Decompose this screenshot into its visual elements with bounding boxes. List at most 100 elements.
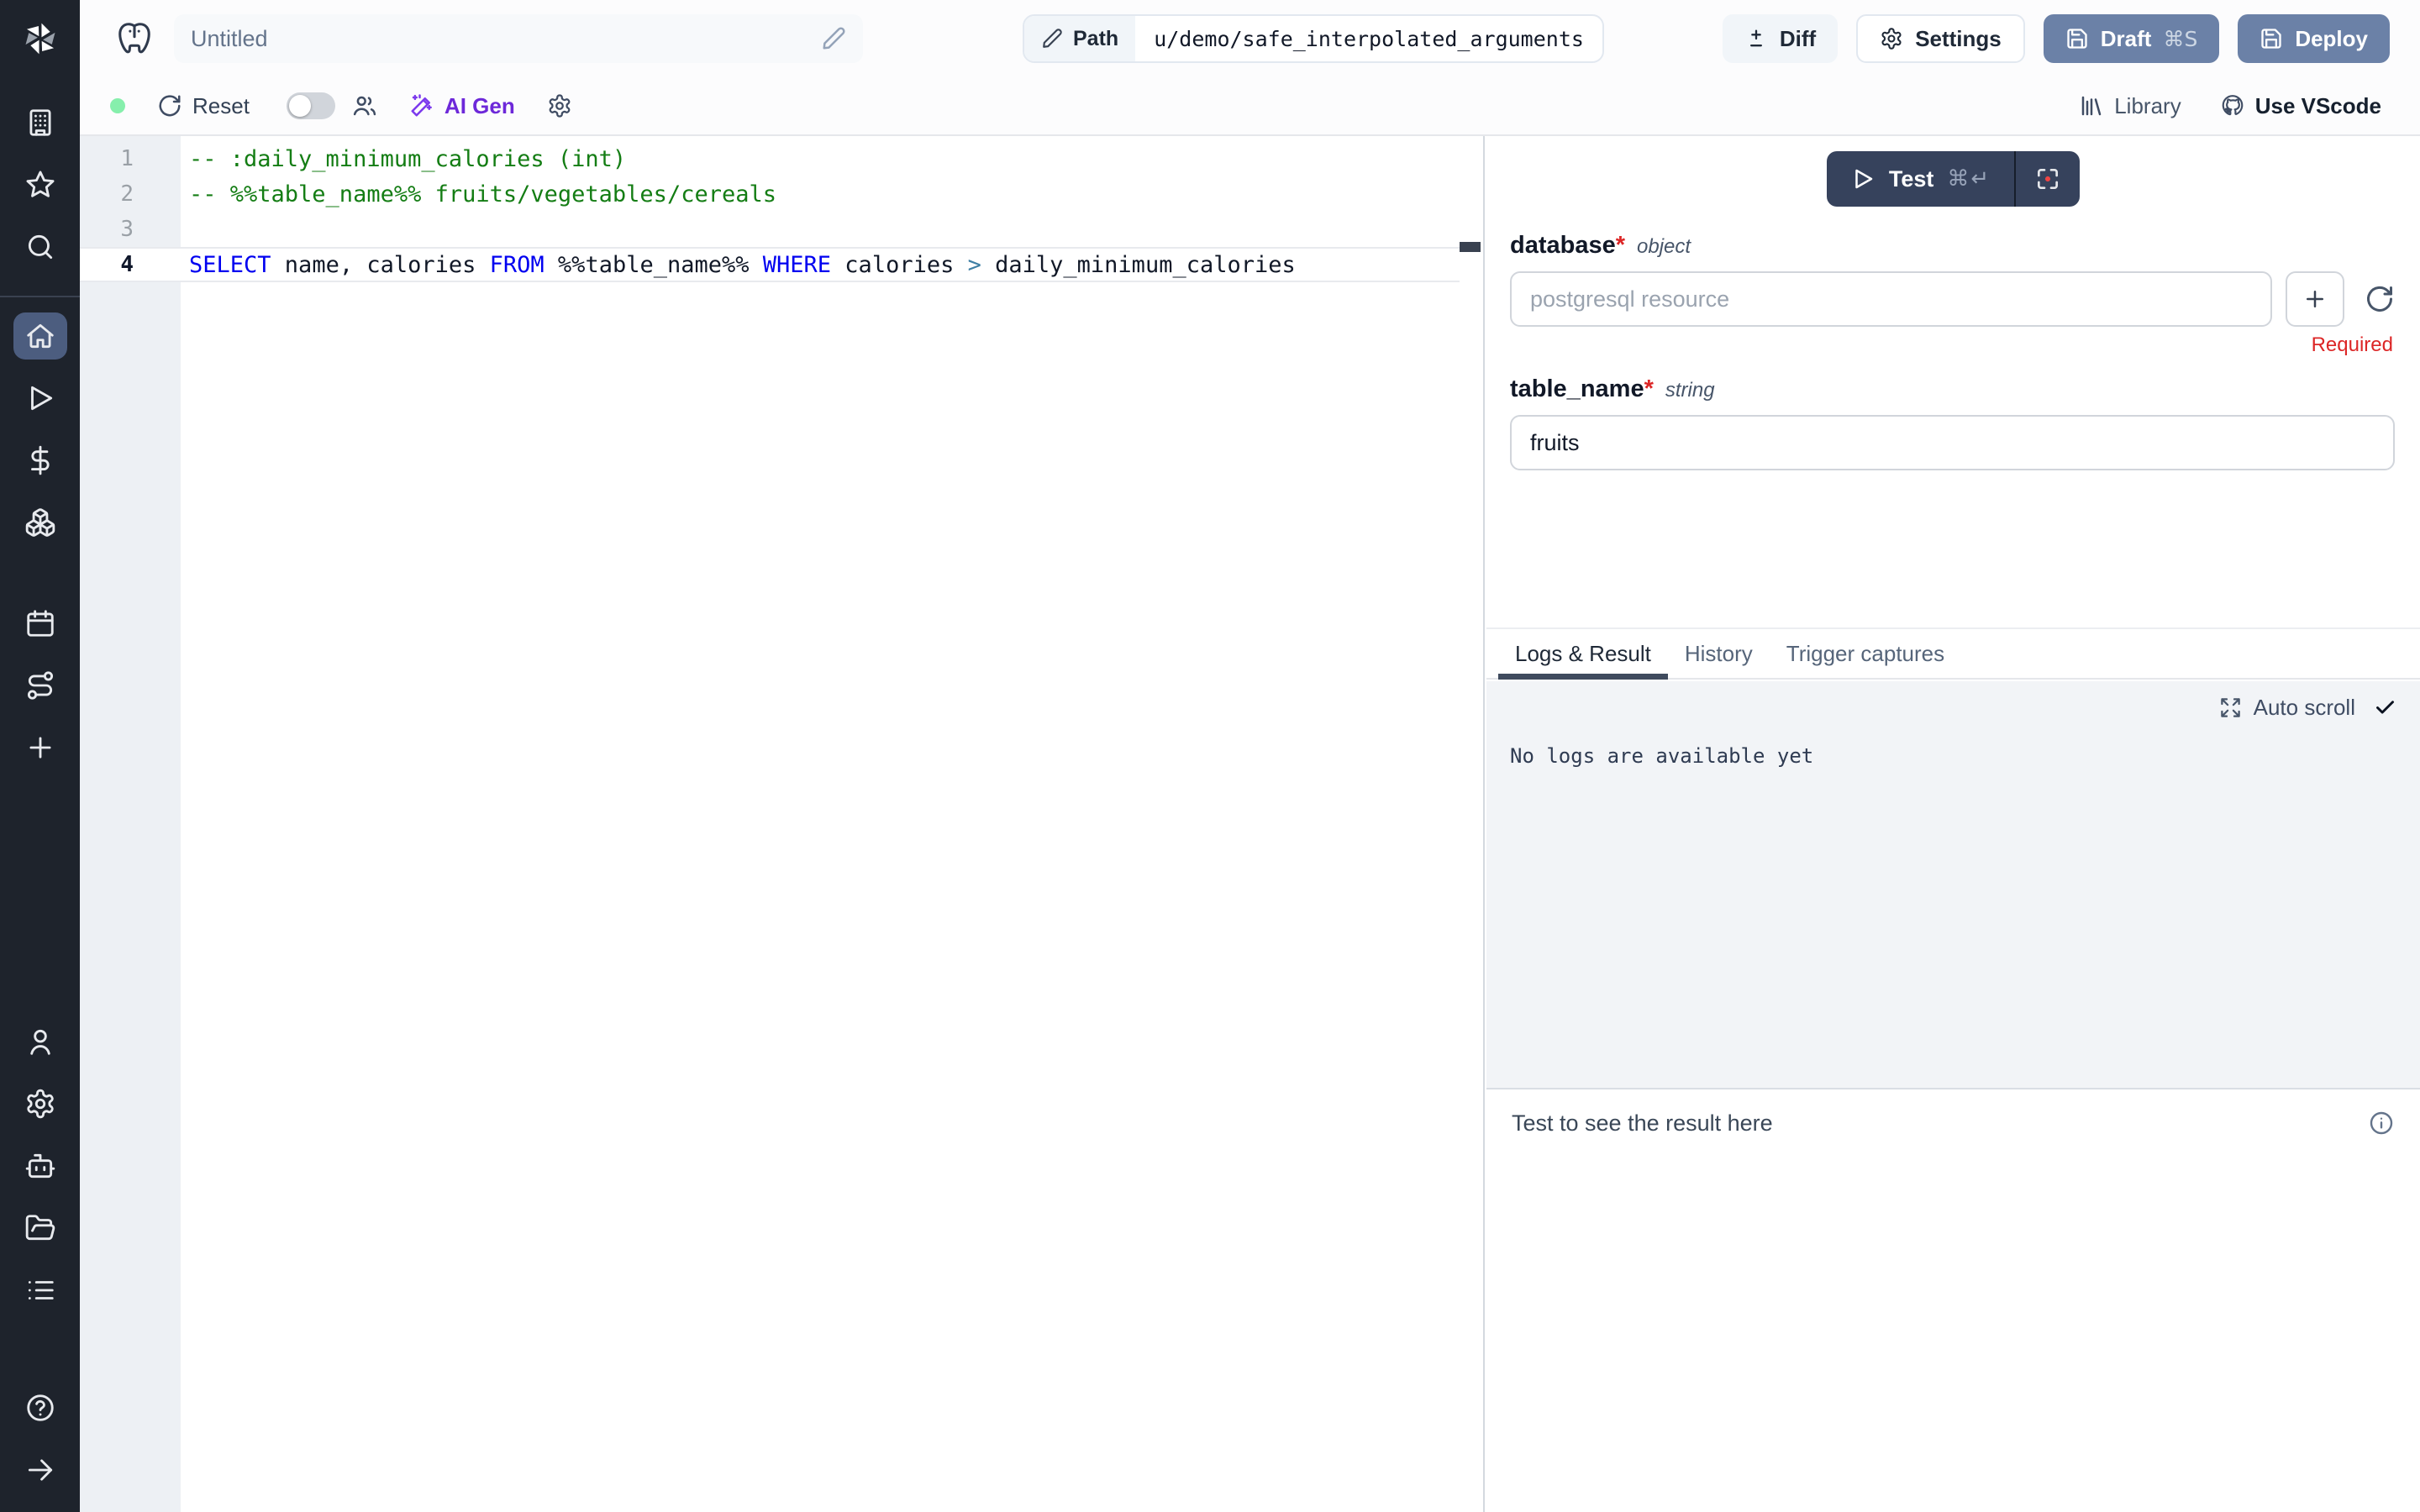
bot-icon [24, 1150, 56, 1182]
info-icon[interactable] [2368, 1110, 2395, 1137]
reset-icon [157, 93, 182, 118]
library-icon [2079, 93, 2104, 118]
building-icon [24, 107, 56, 139]
code-line-1[interactable]: 1-- :daily_minimum_calories (int) [80, 141, 1460, 176]
plus-icon [24, 732, 56, 764]
settings-button[interactable]: Settings [1856, 14, 2025, 63]
code-text[interactable]: SELECT name, calories FROM %%table_name%… [181, 249, 1460, 281]
dollar-icon [24, 444, 56, 476]
deploy-button[interactable]: Deploy [2238, 14, 2390, 63]
run-panel: Test ⌘↵ database* object [1486, 136, 2420, 1512]
code-text[interactable] [181, 212, 1460, 247]
database-input[interactable] [1510, 271, 2272, 327]
sidebar-item-home[interactable] [13, 312, 67, 360]
sidebar-item-create[interactable] [13, 724, 67, 771]
help-icon [24, 1392, 56, 1424]
left-sidebar [0, 0, 80, 1512]
edit-path-pencil-icon [1041, 28, 1063, 50]
script-title: Untitled [191, 26, 821, 52]
tab-trigger-captures[interactable]: Trigger captures [1770, 629, 1961, 678]
test-button[interactable]: Test ⌘↵ [1827, 151, 2014, 207]
sidebar-item-favorites[interactable] [13, 161, 67, 208]
gear-icon [547, 93, 572, 118]
result-hint: Test to see the result here [1512, 1110, 1773, 1137]
field-type-table-name: string [1665, 379, 1715, 402]
top-bar: Untitled Path u/demo/safe_interpolated_a… [80, 0, 2420, 77]
library-button[interactable]: Library [2079, 93, 2181, 119]
path-value: u/demo/safe_interpolated_arguments [1135, 16, 1602, 61]
code-editor[interactable]: 1-- :daily_minimum_calories (int)2-- %%t… [80, 136, 1485, 1512]
refresh-resources-button[interactable] [2365, 284, 2395, 314]
editor-settings-button[interactable] [547, 93, 572, 118]
field-name-table-name: table_name [1510, 375, 1644, 402]
sidebar-item-search[interactable] [13, 223, 67, 270]
sidebar-item-schedules[interactable] [13, 600, 67, 647]
save-icon [2260, 27, 2283, 50]
boxes-icon [24, 507, 56, 538]
logs-pane: Auto scroll No logs are available yet [1486, 681, 2420, 1089]
sidebar-item-variables[interactable] [13, 437, 67, 484]
status-dot [110, 98, 125, 113]
draft-button[interactable]: Draft ⌘S [2044, 14, 2220, 63]
user-icon [24, 1026, 56, 1058]
tab-logs-result[interactable]: Logs & Result [1498, 629, 1668, 678]
sidebar-item-ai-assistant[interactable] [13, 1142, 67, 1189]
ai-gen-button[interactable]: AI Gen [409, 93, 515, 119]
star-icon [24, 169, 56, 201]
code-line-4[interactable]: 4SELECT name, calories FROM %%table_name… [80, 247, 1460, 282]
postgresql-icon [115, 19, 154, 58]
route-icon [24, 669, 56, 701]
magic-wand-icon [409, 93, 434, 118]
tab-history[interactable]: History [1668, 629, 1770, 678]
record-frame-icon [2034, 165, 2061, 192]
result-tabs: Logs & Result History Trigger captures [1486, 627, 2420, 680]
table-name-input[interactable] [1510, 415, 2395, 470]
collaborators-button[interactable] [352, 93, 377, 118]
required-asterisk: * [1616, 232, 1625, 259]
line-number: 4 [80, 249, 181, 281]
home-icon [24, 320, 56, 352]
sidebar-item-workspace[interactable] [13, 99, 67, 146]
play-icon [1850, 166, 1876, 192]
autoscroll-check-icon[interactable] [2374, 696, 2396, 719]
code-line-2[interactable]: 2-- %%table_name%% fruits/vegetables/cer… [80, 176, 1460, 212]
code-line-3[interactable]: 3 [80, 212, 1460, 247]
sidebar-item-account[interactable] [13, 1018, 67, 1065]
path-field[interactable]: Path u/demo/safe_interpolated_arguments [1023, 14, 1604, 63]
sidebar-item-runs[interactable] [13, 375, 67, 422]
settings-gear-icon [1880, 27, 1903, 50]
script-title-field[interactable]: Untitled [174, 14, 863, 63]
sidebar-item-resources[interactable] [13, 499, 67, 546]
search-icon [24, 231, 56, 263]
sidebar-item-workspace-settings[interactable] [13, 1080, 67, 1127]
edit-title-pencil-icon[interactable] [821, 26, 846, 51]
code-text[interactable]: -- :daily_minimum_calories (int) [181, 141, 1460, 176]
sidebar-item-expand-sidebar[interactable] [13, 1446, 67, 1494]
diff-icon [1744, 27, 1768, 50]
code-text[interactable]: -- %%table_name%% fruits/vegetables/cere… [181, 176, 1460, 212]
windmill-logo-icon[interactable] [18, 17, 62, 60]
required-asterisk: * [1644, 375, 1654, 402]
required-error: Required [1510, 333, 2395, 357]
overview-ruler-mark [1460, 242, 1481, 252]
play-icon [24, 382, 56, 414]
autoscroll-label[interactable]: Auto scroll [2254, 695, 2355, 721]
capture-run-button[interactable] [2016, 151, 2080, 207]
expand-logs-icon[interactable] [2219, 696, 2242, 719]
use-vscode-button[interactable]: Use VScode [2220, 93, 2381, 119]
sidebar-item-folders[interactable] [13, 1205, 67, 1252]
add-resource-button[interactable] [2286, 271, 2344, 327]
line-number: 2 [80, 176, 181, 212]
field-type-database: object [1637, 235, 1691, 259]
reset-button[interactable]: Reset [157, 93, 250, 119]
arguments-form: database* object Required table_name* st… [1486, 207, 2420, 470]
result-pane: Test to see the result here [1486, 1091, 2420, 1512]
sidebar-item-audit-logs[interactable] [13, 1267, 67, 1314]
editor-toolbar: Reset AI Gen Library Use VScode [80, 77, 2420, 136]
sidebar-item-help[interactable] [13, 1384, 67, 1431]
vscode-github-icon [2220, 93, 2245, 118]
collab-toggle[interactable] [287, 92, 335, 119]
diff-button[interactable]: Diff [1723, 14, 1838, 63]
logs-empty-message: No logs are available yet [1510, 744, 2396, 768]
sidebar-item-triggers[interactable] [13, 662, 67, 709]
